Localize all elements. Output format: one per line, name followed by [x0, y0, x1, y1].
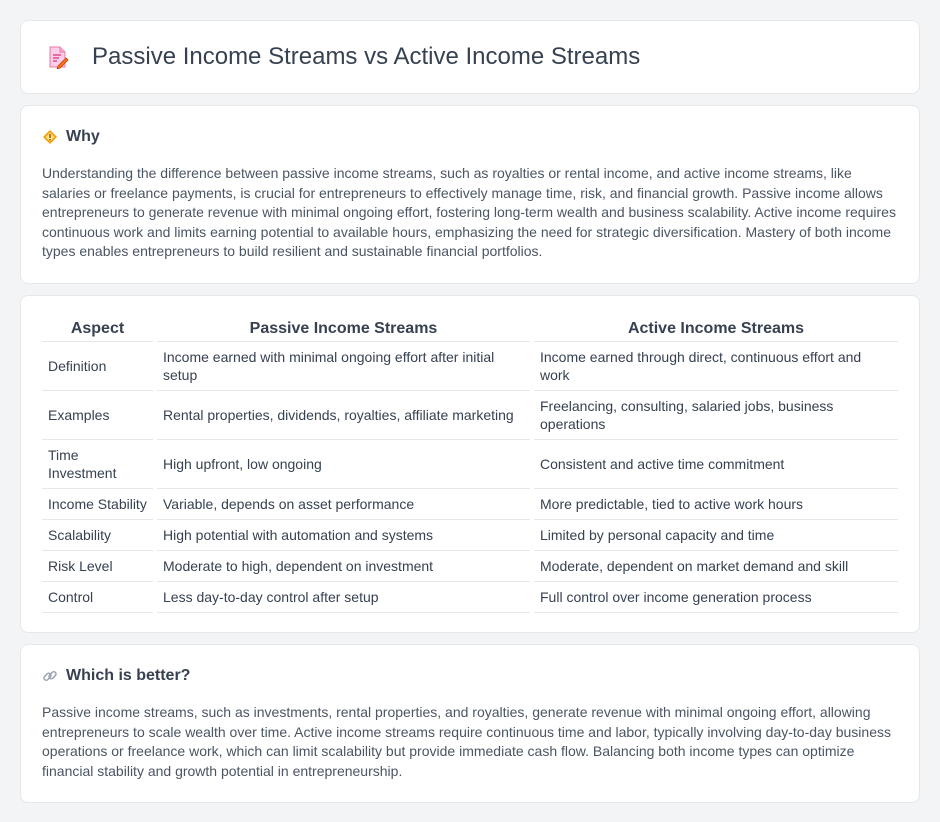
cell-active: Moderate, dependent on market demand and…: [534, 551, 898, 582]
cell-active: Limited by personal capacity and time: [534, 520, 898, 551]
cell-aspect: Risk Level: [42, 551, 153, 582]
table-row: Definition Income earned with minimal on…: [42, 342, 898, 391]
cell-aspect: Definition: [42, 342, 153, 391]
cell-aspect: Time Investment: [42, 440, 153, 489]
cell-active: Freelancing, consulting, salaried jobs, …: [534, 391, 898, 440]
cell-passive: Income earned with minimal ongoing effor…: [157, 342, 530, 391]
why-section: Why Understanding the difference between…: [20, 105, 920, 284]
why-body: Understanding the difference between pas…: [42, 165, 896, 260]
cell-active: Income earned through direct, continuous…: [534, 342, 898, 391]
better-heading: Which is better?: [66, 667, 191, 684]
which-better-section: Which is better? Passive income streams,…: [20, 644, 920, 803]
cell-passive: Moderate to high, dependent on investmen…: [157, 551, 530, 582]
table-row: Time Investment High upfront, low ongoin…: [42, 440, 898, 489]
cell-passive: High potential with automation and syste…: [157, 520, 530, 551]
link-icon: [42, 668, 58, 684]
table-row: Control Less day-to-day control after se…: [42, 582, 898, 613]
cell-passive: High upfront, low ongoing: [157, 440, 530, 489]
header-aspect: Aspect: [42, 316, 153, 342]
header-active: Active Income Streams: [534, 316, 898, 342]
comparison-table-card: Aspect Passive Income Streams Active Inc…: [20, 295, 920, 633]
cell-active: More predictable, tied to active work ho…: [534, 489, 898, 520]
cell-passive: Variable, depends on asset performance: [157, 489, 530, 520]
cell-passive: Rental properties, dividends, royalties,…: [157, 391, 530, 440]
table-row: Examples Rental properties, dividends, r…: [42, 391, 898, 440]
cell-passive: Less day-to-day control after setup: [157, 582, 530, 613]
cell-active: Full control over income generation proc…: [534, 582, 898, 613]
comparison-table: Aspect Passive Income Streams Active Inc…: [42, 316, 898, 613]
page-title: Passive Income Streams vs Active Income …: [92, 43, 641, 70]
why-heading: Why: [66, 128, 100, 145]
header-passive: Passive Income Streams: [157, 316, 530, 342]
cell-active: Consistent and active time commitment: [534, 440, 898, 489]
table-header-row: Aspect Passive Income Streams Active Inc…: [42, 316, 898, 342]
document-edit-icon: [46, 45, 70, 70]
cell-aspect: Scalability: [42, 520, 153, 551]
better-heading-row: Which is better?: [42, 667, 898, 685]
cell-aspect: Income Stability: [42, 489, 153, 520]
cell-aspect: Examples: [42, 391, 153, 440]
title-card: Passive Income Streams vs Active Income …: [20, 20, 920, 94]
better-body: Passive income streams, such as investme…: [42, 704, 891, 779]
diamond-warning-icon: [42, 129, 58, 145]
why-heading-row: Why: [42, 128, 898, 146]
table-row: Income Stability Variable, depends on as…: [42, 489, 898, 520]
cell-aspect: Control: [42, 582, 153, 613]
table-row: Risk Level Moderate to high, dependent o…: [42, 551, 898, 582]
table-row: Scalability High potential with automati…: [42, 520, 898, 551]
